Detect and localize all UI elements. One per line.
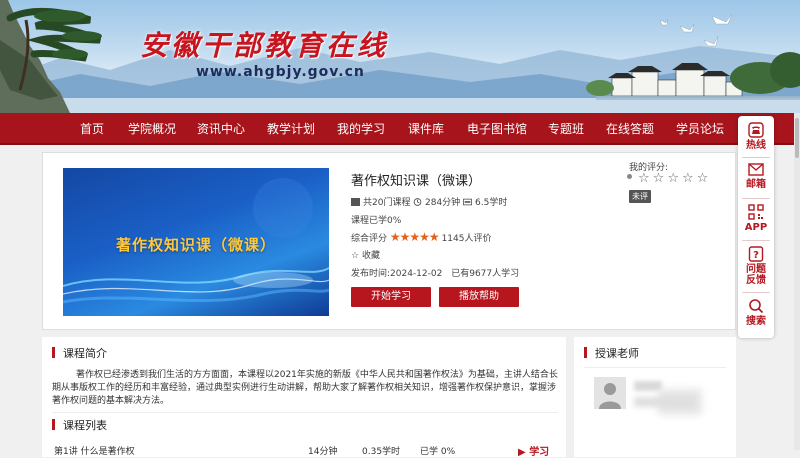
unrated-badge: 未评 (629, 190, 651, 203)
star-icon: ★★★★★ (389, 230, 440, 244)
user-icon (594, 377, 626, 409)
clock-icon (413, 198, 422, 206)
course-poster[interactable]: 著作权知识课（微课） (63, 168, 329, 316)
lesson-study-button[interactable]: ▶ 学习 (518, 443, 549, 458)
overall-rating: 综合评分 ★★★★★ 1145人评价 (351, 230, 491, 244)
rate-star-1[interactable]: ☆ (638, 171, 650, 186)
scrollbar-thumb[interactable] (795, 118, 799, 158)
teacher-heading-text: 授课老师 (595, 347, 639, 360)
banner-landscape-illustration (0, 0, 800, 113)
heading-accent (584, 347, 587, 358)
nav-item-home[interactable]: 首页 (70, 113, 114, 145)
feedback-label: 问题反馈 (746, 264, 766, 286)
lesson-status: 已学 0% (420, 447, 456, 457)
phone-icon (748, 122, 764, 138)
course-progress: 课程已学0% (351, 216, 402, 226)
course-title: 著作权知识课（微课） (351, 174, 482, 189)
nav-item-special-class[interactable]: 专题班 (544, 113, 588, 145)
email-button[interactable]: 邮箱 (738, 163, 774, 190)
search-button[interactable]: 搜索 (738, 298, 774, 327)
rate-star-3[interactable]: ☆ (667, 171, 679, 186)
book-icon (351, 198, 360, 206)
start-learning-button[interactable]: 开始学习 (351, 287, 431, 307)
nav-item-courseware[interactable]: 课件库 (404, 113, 448, 145)
nav-item-online-quiz[interactable]: 在线答题 (602, 113, 658, 145)
duration-label: 284分钟 (425, 198, 461, 208)
email-label: 邮箱 (746, 179, 766, 190)
intro-text: 著作权已经渗透到我们生活的方方面面，本课程以2021年实施的新版《中华人民共和国… (52, 370, 558, 406)
lesson-minutes: 14分钟 (308, 447, 338, 457)
heading-accent (52, 347, 55, 358)
intro-heading: 课程简介 (52, 345, 107, 361)
play-icon: ▶ (518, 447, 526, 458)
rate-star-5[interactable]: ☆ (697, 171, 709, 186)
teacher-avatar[interactable] (594, 377, 626, 409)
hotline-button[interactable]: 热线 (738, 122, 774, 151)
credit-icon (463, 198, 472, 206)
rate-star-2[interactable]: ☆ (653, 171, 665, 186)
scrollbar-track[interactable] (794, 113, 800, 450)
lesson-name[interactable]: 第1讲 什么是著作权 (54, 444, 135, 457)
favorite-button[interactable]: ☆ 收藏 (351, 248, 380, 261)
nav-item-teaching-plan[interactable]: 教学计划 (263, 113, 319, 145)
heading-accent (52, 419, 55, 430)
mail-icon (748, 163, 764, 176)
nav-item-forum[interactable]: 学员论坛 (672, 113, 728, 145)
toolbar-divider (742, 292, 770, 293)
svg-text:?: ? (753, 250, 759, 261)
teacher-heading: 授课老师 (584, 345, 639, 361)
learner-count: 已有9677人学习 (451, 269, 520, 279)
app-button[interactable]: APP (738, 204, 774, 233)
star-outline-icon: ☆ (351, 251, 360, 261)
course-intro-panel: 课程简介 著作权已经渗透到我们生活的方方面面，本课程以2021年实施的新版《中华… (42, 337, 566, 458)
qr-code-icon (748, 204, 764, 220)
nav-item-news[interactable]: 资讯中心 (193, 113, 249, 145)
favorite-label: 收藏 (361, 251, 380, 261)
floating-toolbar: 热线 邮箱 APP ? 问题反馈 搜索 (738, 116, 774, 338)
site-url[interactable]: www.ahgbjy.gov.cn (196, 64, 365, 80)
intro-heading-text: 课程简介 (63, 347, 107, 360)
app-label: APP (744, 222, 768, 233)
divider (52, 412, 558, 413)
rating-label: 综合评分 (351, 234, 388, 244)
divider (584, 367, 726, 368)
toolbar-divider (742, 157, 770, 158)
nav-item-my-learning[interactable]: 我的学习 (333, 113, 389, 145)
course-count-label: 共20门课程 (363, 198, 411, 208)
course-list-heading-text: 课程列表 (63, 419, 107, 432)
search-label: 搜索 (746, 316, 766, 327)
rating-count: 1145人评价 (441, 234, 492, 244)
toolbar-divider (742, 198, 770, 199)
main-nav: 首页 学院概况 资讯中心 教学计划 我的学习 课件库 电子图书馆 专题班 在线答… (0, 113, 800, 145)
course-list-heading: 课程列表 (52, 417, 107, 433)
question-icon: ? (748, 246, 764, 262)
nav-item-about[interactable]: 学院概况 (124, 113, 180, 145)
course-hours: 6.5学时 (463, 195, 507, 208)
teacher-panel: 授课老师 (574, 337, 736, 457)
hotline-label: 热线 (746, 140, 766, 151)
teacher-title-blurred (634, 397, 694, 407)
nav-item-library[interactable]: 电子图书馆 (464, 113, 530, 145)
search-icon (749, 299, 764, 314)
rate-star-4[interactable]: ☆ (682, 171, 694, 186)
my-rating-stars[interactable]: ☆ ☆ ☆ ☆ ☆ (627, 171, 711, 186)
lesson-hours: 0.35学时 (362, 447, 401, 457)
course-duration: 284分钟 (413, 195, 460, 208)
course-count: 共20门课程 (351, 195, 410, 208)
site-banner: 安徽干部教育在线 www.ahgbjy.gov.cn (0, 0, 800, 113)
publish-date: 发布时间:2024-12-02 (351, 269, 443, 279)
feedback-button[interactable]: ? 问题反馈 (738, 246, 774, 286)
poster-title: 著作权知识课（微课） (115, 236, 276, 254)
publish-info: 发布时间:2024-12-02 已有9677人学习 (351, 266, 519, 279)
clear-rating-icon[interactable] (627, 174, 632, 179)
playback-help-button[interactable]: 播放帮助 (439, 287, 519, 307)
toolbar-divider (742, 240, 770, 241)
course-card: 著作权知识课（微课） 著作权知识课（微课） 共20门课程 284分钟 6.5学时… (42, 152, 736, 330)
hours-label: 6.5学时 (475, 198, 508, 208)
lesson-study-label: 学习 (529, 447, 550, 458)
site-title: 安徽干部教育在线 (140, 29, 389, 62)
